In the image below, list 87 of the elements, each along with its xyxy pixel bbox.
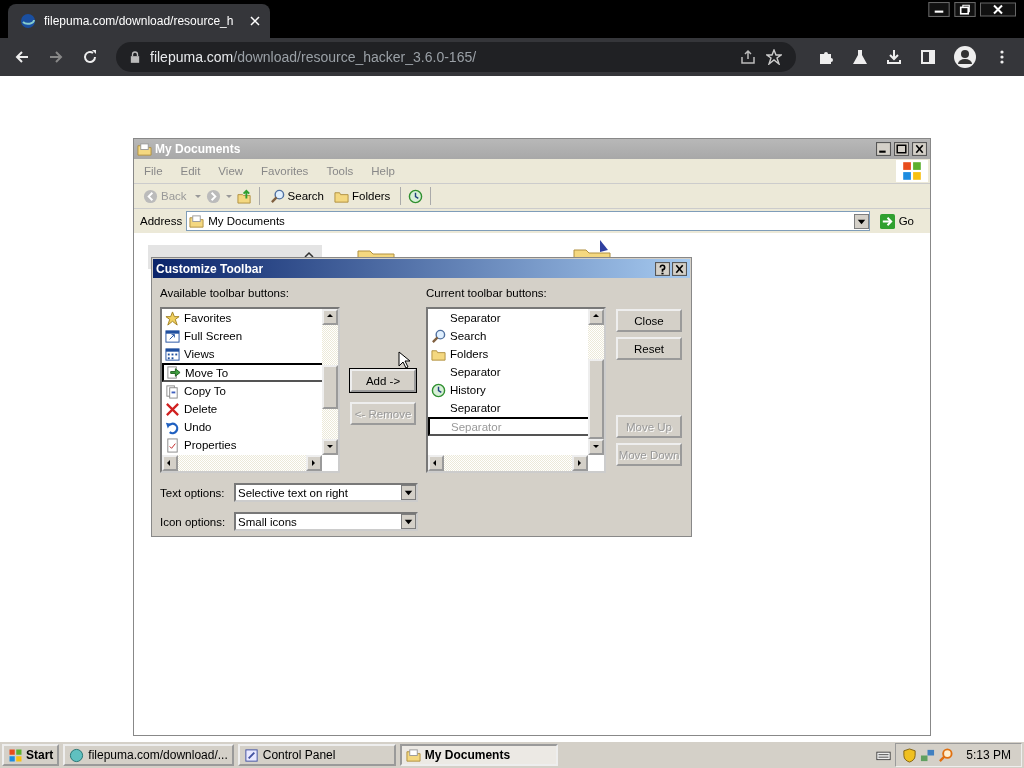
reload-icon[interactable] <box>82 49 98 65</box>
help-icon[interactable] <box>655 261 670 276</box>
folders-button[interactable]: Folders <box>331 188 394 204</box>
copy-icon <box>165 383 180 399</box>
list-item[interactable]: Favorites <box>162 309 322 327</box>
document-icon <box>165 437 180 453</box>
window-icon <box>165 328 180 344</box>
list-item[interactable]: Move To <box>162 363 322 382</box>
grid-icon <box>165 346 180 362</box>
list-item[interactable]: Views <box>162 345 322 363</box>
list-item[interactable]: Copy To <box>162 382 322 400</box>
list-item[interactable]: Search <box>428 327 588 345</box>
forward-arrow-icon[interactable] <box>48 49 64 65</box>
scrollbar[interactable] <box>428 455 588 471</box>
clock-icon[interactable] <box>408 188 424 204</box>
network-icon[interactable] <box>920 747 936 763</box>
list-item[interactable]: Separator <box>428 399 588 417</box>
dialog-button[interactable]: Reset <box>616 337 682 360</box>
maximize-icon[interactable] <box>894 142 909 156</box>
list-label: Current toolbar buttons: <box>426 287 548 301</box>
close-icon[interactable] <box>912 142 927 156</box>
field-label: Icon options: <box>160 515 226 528</box>
delete-icon <box>165 401 180 417</box>
add-button[interactable]: Add -> <box>350 369 416 392</box>
list-item[interactable]: Delete <box>162 400 322 418</box>
url-text: filepuma.com/download/resource_hacker_3.6.0-165/ <box>150 49 477 65</box>
dialog-title: Customize Toolbar <box>156 261 264 276</box>
chevron-icon[interactable] <box>304 251 314 259</box>
share-icon[interactable] <box>740 49 756 65</box>
taskbar-button[interactable]: filepuma.com/download/... <box>63 744 234 766</box>
go-button[interactable]: Go <box>873 213 924 229</box>
list-item[interactable]: Properties <box>162 436 322 454</box>
globe-icon <box>69 747 85 763</box>
dialog-button[interactable]: Close <box>616 309 682 332</box>
address-label: Address <box>140 215 183 227</box>
minimize-icon[interactable] <box>876 142 891 156</box>
taskbar-button[interactable]: My Documents <box>399 744 558 766</box>
search-icon <box>269 188 285 204</box>
address-bar[interactable]: filepuma.com/download/resource_hacker_3.6.0-165/ <box>116 42 796 72</box>
restore-icon[interactable] <box>954 2 976 17</box>
folder-up-icon[interactable] <box>236 188 252 204</box>
folder-icon <box>405 747 421 763</box>
clock: 5:13 PM <box>966 748 1011 762</box>
list-item[interactable]: Full Screen <box>162 327 322 345</box>
search-icon <box>431 328 446 344</box>
list-item[interactable]: Separator <box>428 309 588 327</box>
scrollbar[interactable] <box>322 309 338 455</box>
site-icon <box>20 13 36 29</box>
puzzle-icon[interactable] <box>818 49 834 65</box>
list-item[interactable]: Separator <box>428 363 588 381</box>
scrollbar[interactable] <box>588 309 604 455</box>
list-item[interactable]: History <box>428 381 588 399</box>
scrollbar[interactable] <box>162 455 322 471</box>
flag-logo-icon <box>8 747 23 763</box>
search-button[interactable]: Search <box>266 188 327 204</box>
close-icon[interactable] <box>672 261 687 276</box>
address-field[interactable]: My Documents <box>186 211 870 231</box>
browser-tab[interactable]: filepuma.com/download/resource_h <box>8 4 270 38</box>
flask-icon[interactable] <box>852 49 868 65</box>
avatar-icon[interactable] <box>954 46 976 68</box>
side-panel-icon[interactable] <box>920 49 936 65</box>
start-button[interactable]: Start <box>2 744 60 766</box>
lock-icon <box>130 51 140 63</box>
back-arrow-icon[interactable] <box>14 49 30 65</box>
close-icon[interactable] <box>980 2 1016 17</box>
folder-icon <box>137 141 152 157</box>
taskbar-button[interactable]: Control Panel <box>237 744 396 766</box>
text-options-dropdown[interactable]: Selective text on right <box>234 483 418 502</box>
list-item[interactable]: Folders <box>428 345 588 363</box>
arrow-icon <box>879 213 895 229</box>
field-label: Text options: <box>160 486 226 499</box>
window-title: My Documents <box>155 142 241 156</box>
flag-logo-icon <box>896 160 928 182</box>
list-item[interactable]: Undo <box>162 418 322 436</box>
minimize-icon[interactable] <box>928 2 950 17</box>
clock-icon <box>431 382 446 398</box>
panel-icon <box>243 747 259 763</box>
search-icon[interactable] <box>938 747 954 763</box>
star-icon[interactable] <box>766 49 782 65</box>
shield-icon[interactable] <box>902 747 918 763</box>
folder-icon <box>189 213 205 229</box>
download-icon[interactable] <box>886 49 902 65</box>
list-label: Available toolbar buttons: <box>160 287 290 301</box>
icon-options-dropdown[interactable]: Small icons <box>234 512 418 531</box>
star-icon <box>165 310 180 326</box>
mouse-pointer-icon <box>398 351 410 369</box>
arrow-icon <box>166 365 181 380</box>
